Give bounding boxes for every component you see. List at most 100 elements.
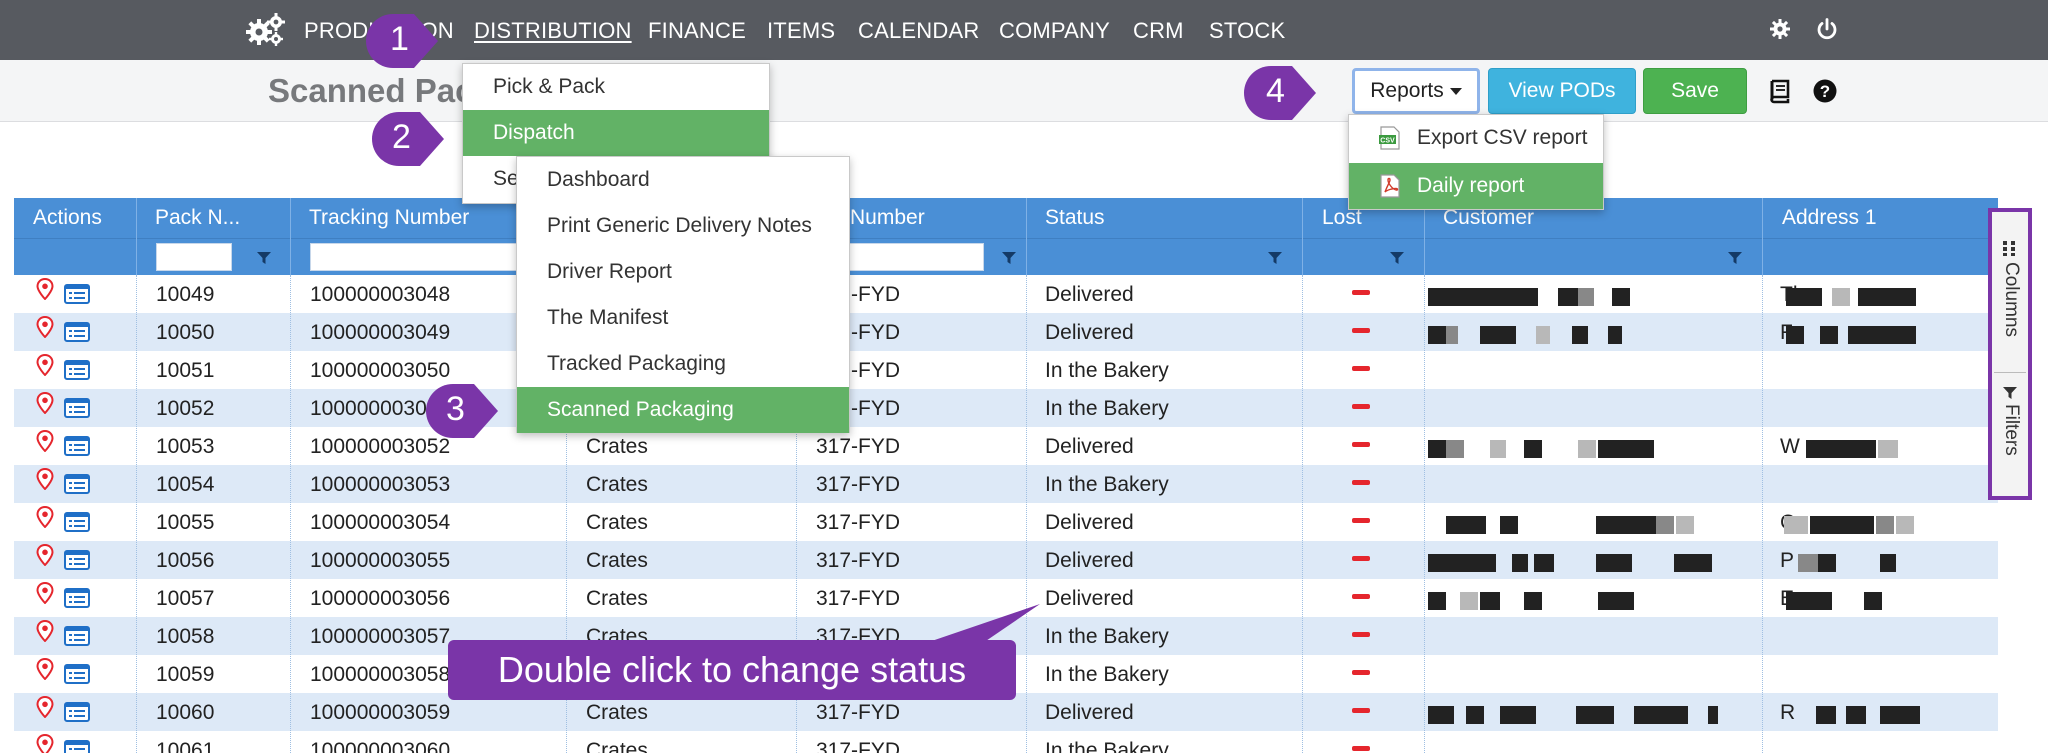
status-cell[interactable]: In the Bakery — [1045, 739, 1169, 753]
list-details-icon[interactable] — [64, 550, 90, 570]
table-row[interactable]: 10053 100000003052 Crates 317-FYD Delivered W — [14, 427, 1998, 465]
pack-number-filter-input[interactable] — [156, 243, 232, 271]
reports-button[interactable]: Reports — [1352, 68, 1480, 114]
nav-calendar[interactable]: CALENDAR — [858, 18, 979, 44]
list-details-icon[interactable] — [64, 626, 90, 646]
redacted-text-block — [1446, 554, 1496, 572]
list-details-icon[interactable] — [64, 702, 90, 722]
filter-funnel-icon[interactable] — [1728, 251, 1742, 265]
table-row[interactable]: 10049100000003048317-FYDDeliveredTh — [14, 275, 1998, 313]
list-details-icon[interactable] — [64, 588, 90, 608]
filter-funnel-icon[interactable] — [1002, 251, 1016, 265]
status-cell[interactable]: In the Bakery — [1045, 397, 1169, 421]
map-pin-icon[interactable] — [36, 658, 54, 680]
map-pin-icon[interactable] — [36, 544, 54, 566]
map-pin-icon[interactable] — [36, 696, 54, 718]
status-cell[interactable]: Delivered — [1045, 511, 1134, 535]
nav-crm[interactable]: CRM — [1133, 18, 1184, 44]
map-pin-icon[interactable] — [36, 278, 54, 300]
filter-funnel-icon[interactable] — [257, 251, 271, 265]
map-pin-icon[interactable] — [36, 620, 54, 642]
save-button[interactable]: Save — [1643, 68, 1747, 114]
tracking-number-filter-input[interactable] — [310, 243, 524, 271]
col-header-actions[interactable]: Actions — [33, 206, 102, 230]
grid-header-row: Actions Pack N... Tracking Number Number… — [14, 198, 1998, 238]
map-pin-icon[interactable] — [36, 734, 54, 753]
lost-indicator — [1352, 670, 1370, 675]
map-pin-icon[interactable] — [36, 506, 54, 528]
power-icon[interactable] — [1815, 17, 1839, 41]
menu-item-export-csv[interactable]: CSV Export CSV report — [1349, 115, 1603, 161]
list-details-icon[interactable] — [64, 474, 90, 494]
nav-company[interactable]: COMPANY — [999, 18, 1110, 44]
status-cell[interactable]: Delivered — [1045, 321, 1134, 345]
settings-gear-icon[interactable] — [1768, 17, 1792, 41]
map-pin-icon[interactable] — [36, 582, 54, 604]
nav-distribution[interactable]: DISTRIBUTION — [474, 18, 632, 44]
map-pin-icon[interactable] — [36, 316, 54, 338]
columns-tab[interactable]: Columns — [2000, 262, 2022, 337]
table-row[interactable]: 10051 100000003050 317-FYD In the Bakery — [14, 351, 1998, 389]
list-details-icon[interactable] — [64, 360, 90, 380]
help-icon[interactable]: ? — [1812, 78, 1838, 104]
submenu-item-dashboard[interactable]: Dashboard — [517, 157, 849, 203]
status-cell[interactable]: Delivered — [1045, 701, 1134, 725]
map-pin-icon[interactable] — [36, 392, 54, 414]
submenu-item-tracked-packaging[interactable]: Tracked Packaging — [517, 341, 849, 387]
map-pin-icon[interactable] — [36, 354, 54, 376]
list-details-icon[interactable] — [64, 740, 90, 753]
status-cell[interactable]: In the Bakery — [1045, 625, 1169, 649]
filters-tab[interactable]: Filters — [2000, 404, 2022, 456]
redacted-text-block — [1880, 706, 1920, 724]
nav-items[interactable]: ITEMS — [767, 18, 835, 44]
list-details-icon[interactable] — [64, 512, 90, 532]
list-details-icon[interactable] — [64, 322, 90, 342]
tracking-number-cell: 100000003057 — [310, 625, 451, 648]
book-icon[interactable] — [1766, 78, 1792, 104]
col-header-status[interactable]: Status — [1045, 206, 1105, 230]
nav-finance[interactable]: FINANCE — [648, 18, 746, 44]
col-header-address-1[interactable]: Address 1 — [1782, 206, 1877, 230]
redacted-text-block — [1876, 516, 1894, 534]
number-cell: 317-FYD — [816, 549, 901, 572]
submenu-item-scanned-packaging[interactable]: Scanned Packaging — [517, 387, 849, 433]
submenu-item-print-delivery-notes[interactable]: Print Generic Delivery Notes — [517, 203, 849, 249]
list-details-icon[interactable] — [64, 436, 90, 456]
status-cell[interactable]: In the Bakery — [1045, 473, 1169, 497]
list-details-icon[interactable] — [64, 284, 90, 304]
status-cell[interactable]: In the Bakery — [1045, 359, 1169, 383]
col-header-tracking-number[interactable]: Tracking Number — [309, 206, 469, 230]
table-row[interactable]: 10054 100000003053 Crates 317-FYD In the Bak… — [14, 465, 1998, 503]
map-pin-icon[interactable] — [36, 468, 54, 490]
map-pin-icon[interactable] — [36, 430, 54, 452]
status-cell[interactable]: Delivered — [1045, 435, 1134, 459]
submenu-item-the-manifest[interactable]: The Manifest — [517, 295, 849, 341]
lost-indicator — [1352, 404, 1370, 409]
table-row[interactable]: 10050100000003049317-FYDDeliveredF — [14, 313, 1998, 351]
col-header-number[interactable]: Number — [850, 206, 925, 230]
status-cell[interactable]: Delivered — [1045, 283, 1134, 307]
table-row[interactable]: 10061 100000003060 Crates 317-FYD In the Bak… — [14, 731, 1998, 753]
menu-item-daily-report[interactable]: Daily report — [1349, 163, 1603, 209]
view-pods-button[interactable]: View PODs — [1488, 68, 1636, 114]
table-row[interactable]: 10056 100000003055 Crates 317-FYD Delivered P — [14, 541, 1998, 579]
list-details-icon[interactable] — [64, 398, 90, 418]
filter-funnel-icon[interactable] — [1390, 251, 1404, 265]
gears-logo-icon[interactable] — [244, 12, 286, 48]
nav-stock[interactable]: STOCK — [1209, 18, 1285, 44]
list-details-icon[interactable] — [64, 664, 90, 684]
table-row[interactable]: 10052 10000000305 317-FYD In the Bakery — [14, 389, 1998, 427]
col-header-pack-number[interactable]: Pack N... — [155, 206, 240, 230]
menu-item-pick-pack[interactable]: Pick & Pack — [463, 64, 769, 110]
filter-funnel-icon[interactable] — [1268, 251, 1282, 265]
status-cell[interactable]: In the Bakery — [1045, 663, 1169, 687]
status-cell[interactable]: Delivered — [1045, 587, 1134, 611]
redacted-text-block — [1446, 516, 1486, 534]
menu-item-dispatch[interactable]: Dispatch — [463, 110, 769, 156]
submenu-item-driver-report[interactable]: Driver Report — [517, 249, 849, 295]
number-filter-input[interactable] — [848, 243, 984, 271]
col-divider — [136, 198, 137, 275]
address-1-cell: P — [1780, 549, 1795, 572]
status-cell[interactable]: Delivered — [1045, 549, 1134, 573]
table-row[interactable]: 10055100000003054Crates317-FYDDeliveredC — [14, 503, 1998, 541]
